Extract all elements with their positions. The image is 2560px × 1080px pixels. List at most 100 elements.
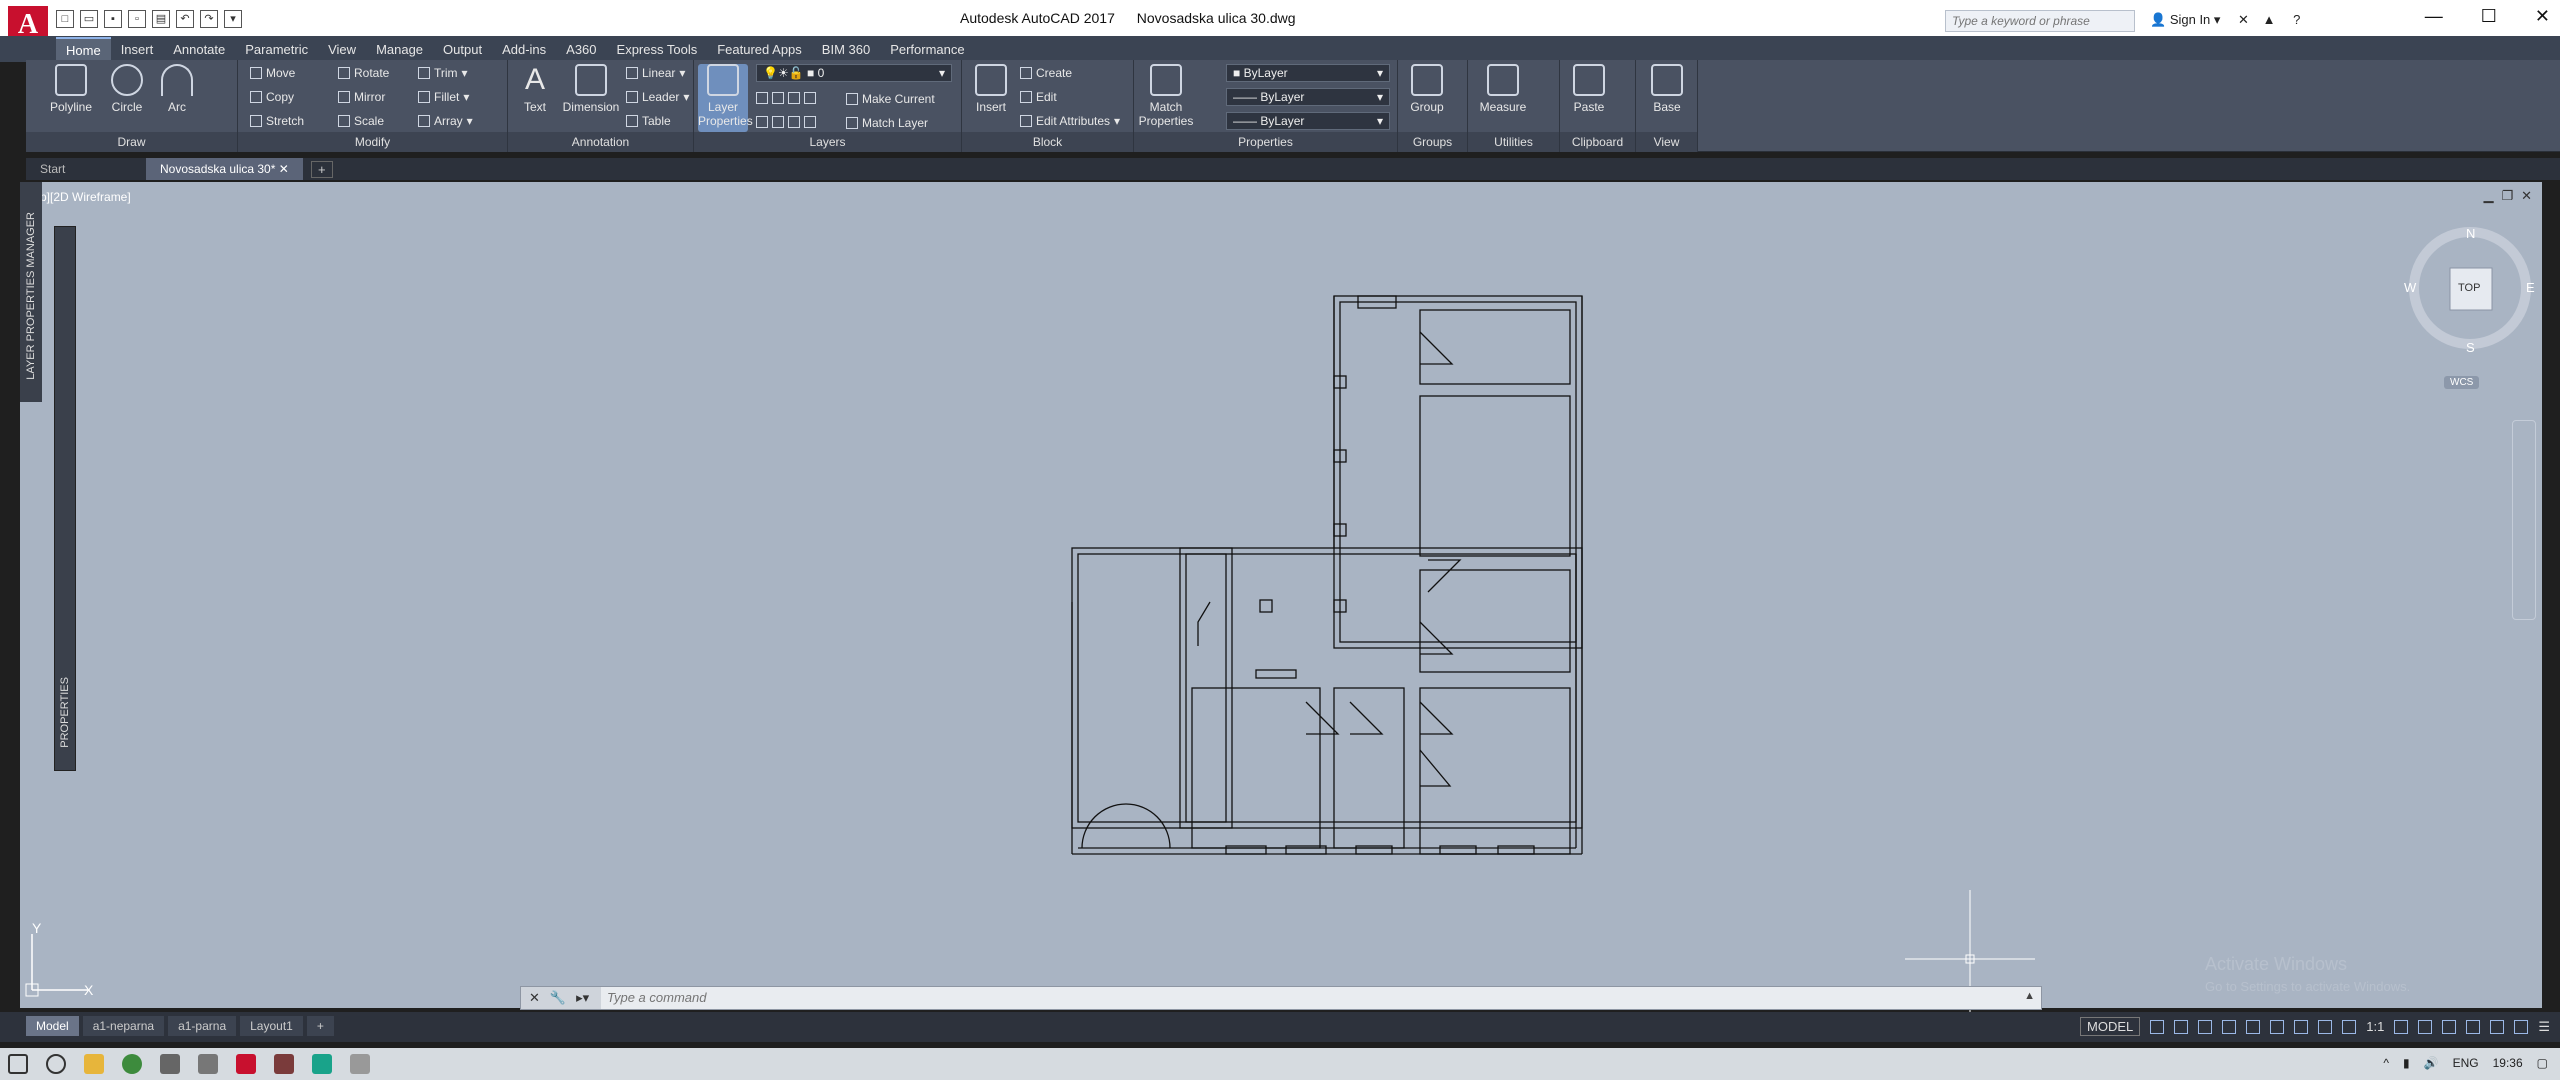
annotation-monitor-icon[interactable]: [2418, 1019, 2433, 1034]
isolate-objects-icon[interactable]: [2466, 1019, 2481, 1034]
navigation-bar[interactable]: [2512, 420, 2536, 620]
fillet-button[interactable]: Fillet ▾: [418, 90, 469, 104]
notifications-icon[interactable]: ▢: [2537, 1056, 2548, 1070]
customize-qat-icon[interactable]: ▾: [224, 10, 242, 28]
save-icon[interactable]: ▪: [104, 10, 122, 28]
tab-output[interactable]: Output: [433, 38, 492, 61]
layer-isolate-icon[interactable]: [772, 92, 784, 104]
trim-button[interactable]: Trim ▾: [418, 66, 468, 80]
circle-button[interactable]: Circle: [102, 64, 152, 114]
properties-panel-title[interactable]: Properties: [1134, 132, 1397, 152]
layout-tab-a1-neparna[interactable]: a1-neparna: [82, 1016, 165, 1036]
make-current-button[interactable]: Make Current: [846, 92, 935, 106]
draw-panel-title[interactable]: Draw: [26, 132, 237, 152]
tray-chevron-icon[interactable]: ^: [2383, 1056, 2389, 1070]
autodesk-icon[interactable]: ▲: [2263, 12, 2276, 27]
layers-panel-title[interactable]: Layers: [694, 132, 961, 152]
tab-parametric[interactable]: Parametric: [235, 38, 318, 61]
layer-lock-icon[interactable]: [804, 92, 816, 104]
copy-button[interactable]: Copy: [250, 90, 294, 104]
tab-insert[interactable]: Insert: [111, 38, 164, 61]
layout-tab-layout1[interactable]: Layout1: [240, 1016, 303, 1036]
leader-button[interactable]: Leader ▾: [626, 90, 689, 104]
save-as-icon[interactable]: ▫: [128, 10, 146, 28]
chrome-icon[interactable]: [122, 1054, 142, 1074]
layer-dropdown[interactable]: 💡☀🔓 ■ 0 ▾: [756, 64, 952, 82]
match-layer-button[interactable]: Match Layer: [846, 116, 928, 130]
layout-tab-a1-parna[interactable]: a1-parna: [168, 1016, 237, 1036]
units-icon[interactable]: [2442, 1019, 2457, 1034]
photos-icon[interactable]: [198, 1054, 218, 1074]
group-button[interactable]: Group: [1402, 64, 1452, 114]
paste-button[interactable]: Paste: [1564, 64, 1614, 114]
workspace-gear-icon[interactable]: [2394, 1019, 2409, 1034]
close-tab-icon[interactable]: ✕: [279, 162, 289, 176]
modify-panel-title[interactable]: Modify: [238, 132, 507, 152]
language-indicator[interactable]: ENG: [2453, 1056, 2479, 1070]
layer-properties-button[interactable]: Layer Properties: [698, 64, 753, 132]
layer-freeze-icon[interactable]: [788, 92, 800, 104]
viewcube-west[interactable]: W: [2404, 280, 2416, 295]
layer-off-icon[interactable]: [756, 92, 768, 104]
customize-command-icon[interactable]: 🔧: [550, 990, 566, 1006]
layout-tab-model[interactable]: Model: [26, 1016, 79, 1036]
hardware-acceleration-icon[interactable]: [2490, 1019, 2505, 1034]
new-file-icon[interactable]: □: [56, 10, 74, 28]
ortho-icon[interactable]: [2198, 1019, 2213, 1034]
object-snap-tracking-icon[interactable]: [2270, 1019, 2285, 1034]
properties-palette[interactable]: PROPERTIES: [54, 226, 76, 771]
view-panel-title[interactable]: View: [1636, 132, 1697, 152]
viewcube-top[interactable]: TOP: [2458, 282, 2480, 294]
lineweight-dropdown[interactable]: —— ByLayer ▾: [1226, 112, 1390, 130]
create-block-button[interactable]: Create: [1020, 66, 1072, 80]
open-file-icon[interactable]: ▭: [80, 10, 98, 28]
tab-manage[interactable]: Manage: [366, 38, 433, 61]
search-input[interactable]: [1945, 10, 2135, 32]
viewcube[interactable]: TOP N S E W: [2404, 222, 2539, 357]
tab-add-ins[interactable]: Add-ins: [492, 38, 556, 61]
auto-scale-icon[interactable]: [2342, 1019, 2357, 1034]
color-dropdown[interactable]: ■ ByLayer ▾: [1226, 64, 1390, 82]
search-icon[interactable]: [46, 1054, 66, 1074]
polar-icon[interactable]: [2222, 1019, 2237, 1034]
viewcube-east[interactable]: E: [2526, 280, 2535, 295]
volume-icon[interactable]: 🔊: [2424, 1056, 2439, 1070]
undo-icon[interactable]: ↶: [176, 10, 194, 28]
annotation-scale[interactable]: 1:1: [2366, 1019, 2384, 1034]
annotation-visibility-icon[interactable]: [2318, 1019, 2333, 1034]
table-button[interactable]: Table: [626, 114, 671, 128]
clipboard-panel-title[interactable]: Clipboard: [1560, 132, 1635, 152]
snap-icon[interactable]: [2174, 1019, 2189, 1034]
clean-screen-icon[interactable]: [2514, 1019, 2529, 1034]
sign-in-button[interactable]: 👤 Sign In ▾ ✕ ▲ ?: [2150, 12, 2300, 28]
command-input[interactable]: [607, 990, 2007, 1005]
insert-button[interactable]: Insert: [966, 64, 1016, 114]
grid-icon[interactable]: [2150, 1019, 2165, 1034]
groups-panel-title[interactable]: Groups: [1398, 132, 1467, 152]
maximize-icon[interactable]: ☐: [2481, 6, 2497, 27]
array-button[interactable]: Array ▾: [418, 114, 473, 128]
close-command-line-icon[interactable]: ✕: [529, 990, 540, 1006]
wcs-menu[interactable]: WCS: [2444, 376, 2480, 389]
add-layout-button[interactable]: +: [306, 1016, 334, 1036]
minimize-icon[interactable]: —: [2425, 6, 2443, 27]
isodraft-icon[interactable]: [2246, 1019, 2261, 1034]
file-explorer-icon[interactable]: [84, 1054, 104, 1074]
stretch-button[interactable]: Stretch: [250, 114, 304, 128]
edit-attributes-button[interactable]: Edit Attributes ▾: [1020, 114, 1120, 128]
help-button[interactable]: ?: [2293, 12, 2300, 27]
close-icon[interactable]: ✕: [2535, 6, 2550, 27]
command-history-icon[interactable]: ▲: [2024, 990, 2035, 1002]
measure-button[interactable]: Measure: [1474, 64, 1532, 114]
linear-button[interactable]: Linear ▾: [626, 66, 685, 80]
network-icon[interactable]: ▮: [2403, 1056, 2410, 1070]
base-button[interactable]: Base: [1642, 64, 1692, 114]
block-panel-title[interactable]: Block: [962, 132, 1133, 152]
autocad-taskbar-icon[interactable]: [236, 1054, 256, 1074]
layer-manager-palette[interactable]: LAYER PROPERTIES MANAGER: [20, 182, 42, 402]
match-properties-button[interactable]: Match Properties: [1138, 64, 1194, 128]
drawing-canvas[interactable]: [Top][2D Wireframe] ▁ ❐ ✕: [20, 182, 2542, 1008]
layer-unlock-icon[interactable]: [804, 116, 816, 128]
dimension-button[interactable]: Dimension: [560, 64, 622, 114]
object-snap-icon[interactable]: [2294, 1019, 2309, 1034]
